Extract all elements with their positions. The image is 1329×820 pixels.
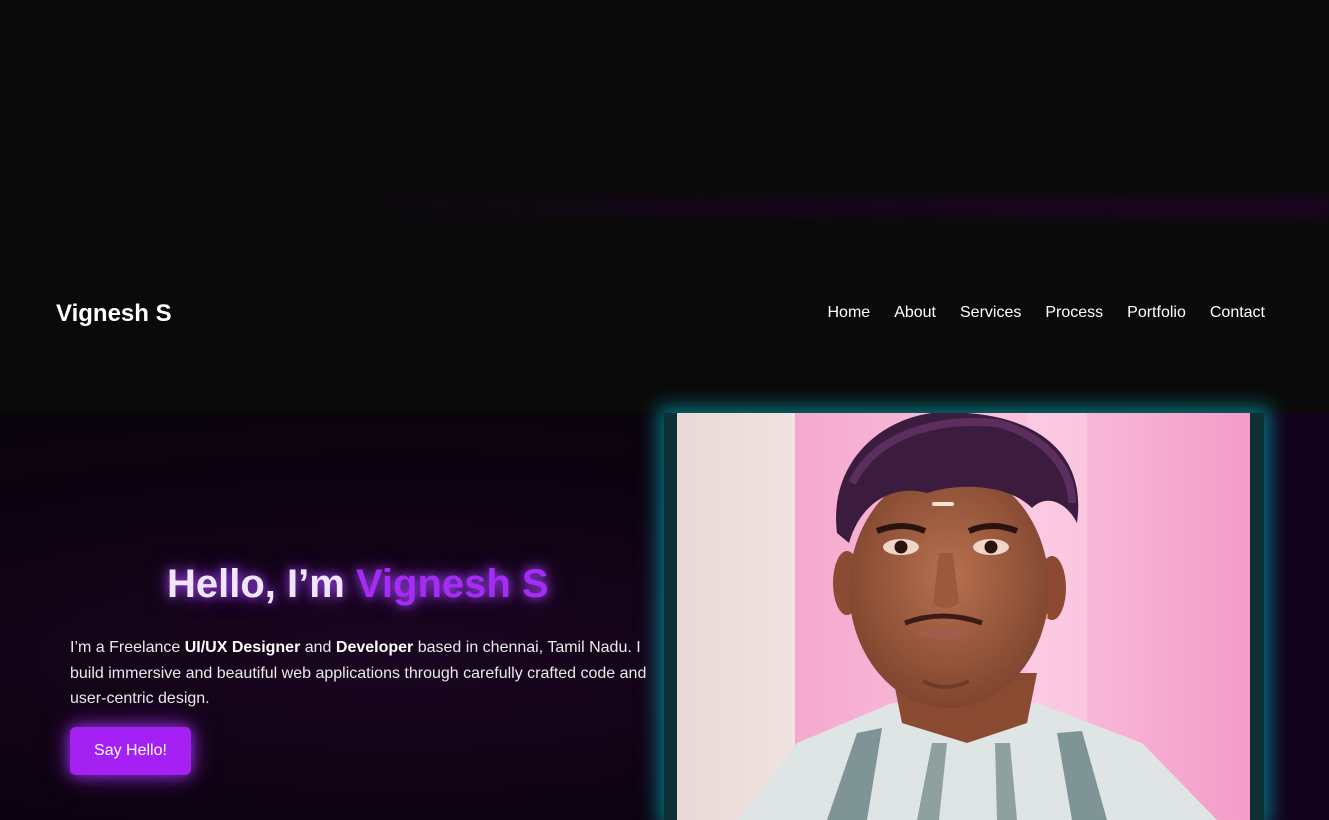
desc-part-2: and bbox=[300, 639, 336, 656]
top-spacer bbox=[0, 0, 1329, 260]
nav-portfolio[interactable]: Portfolio bbox=[1127, 304, 1186, 322]
desc-role-designer: UI/UX Designer bbox=[184, 639, 301, 656]
say-hello-button[interactable]: Say Hello! bbox=[70, 727, 191, 775]
hero-greeting: Hello, I’m bbox=[167, 562, 356, 606]
nav-about[interactable]: About bbox=[894, 304, 936, 322]
decorative-glow-strip bbox=[300, 196, 1329, 218]
hero-name: Vignesh S bbox=[355, 562, 549, 606]
brand-logo[interactable]: Vignesh S bbox=[56, 300, 172, 328]
desc-role-developer: Developer bbox=[335, 639, 414, 656]
nav-home[interactable]: Home bbox=[828, 304, 871, 322]
nav-contact[interactable]: Contact bbox=[1210, 304, 1265, 322]
nav-process[interactable]: Process bbox=[1045, 304, 1103, 322]
profile-photo bbox=[677, 413, 1250, 820]
main-nav: Home About Services Process Portfolio Co… bbox=[828, 304, 1266, 322]
hero-description: I’m a Freelance UI/UX Designer and Devel… bbox=[70, 635, 650, 712]
navbar bbox=[0, 260, 1329, 413]
hero-title: Hello, I’m Vignesh S bbox=[167, 562, 549, 607]
nav-services[interactable]: Services bbox=[960, 304, 1021, 322]
desc-part-1: I’m a Freelance bbox=[70, 639, 185, 656]
